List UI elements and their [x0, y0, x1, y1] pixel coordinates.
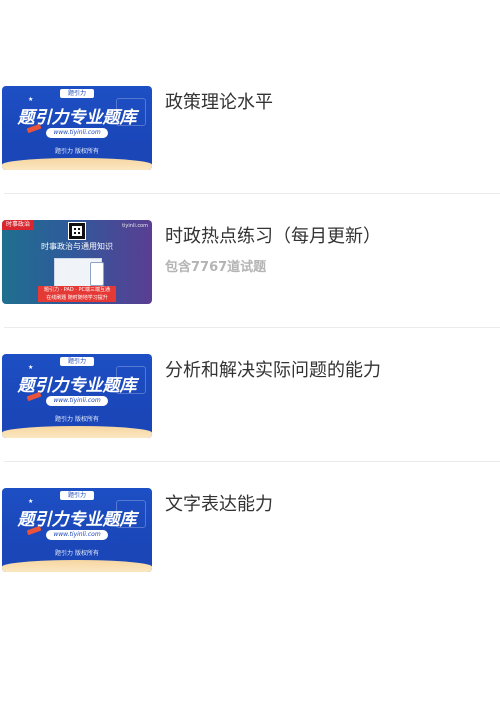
course-cover-image[interactable]: ★ 题引力 题引力专业题库 www.tiyinli.com 题引力 版权所有	[2, 86, 152, 170]
divider	[4, 327, 500, 328]
cover-headline: 题引力专业题库	[17, 510, 137, 530]
course-cover-image[interactable]: ★ 题引力 题引力专业题库 www.tiyinli.com 题引力 版权所有	[2, 354, 152, 438]
cover-artwork: ★ 题引力 题引力专业题库 www.tiyinli.com 题引力 版权所有	[2, 354, 152, 438]
divider	[4, 193, 500, 194]
list-item[interactable]: ★ 题引力 题引力专业题库 www.tiyinli.com 题引力 版权所有 文…	[0, 488, 500, 622]
star-icon: ★	[28, 498, 34, 505]
question-bank-list: ★ 题引力 题引力专业题库 www.tiyinli.com 题引力 版权所有 政…	[0, 86, 500, 622]
list-item[interactable]: ★ 题引力 题引力专业题库 www.tiyinli.com 题引力 版权所有 政…	[0, 86, 500, 220]
brand-logo: 题引力	[60, 357, 94, 366]
cover-rights: 题引力 版权所有	[55, 148, 99, 155]
star-icon: ★	[28, 96, 34, 103]
list-item[interactable]: ★ 题引力 题引力专业题库 www.tiyinli.com 题引力 版权所有 分…	[0, 354, 500, 488]
qr-code-icon	[68, 222, 86, 240]
cover-headline: 时事政治与通用知识	[41, 242, 113, 251]
cover-rights: 题引力 版权所有	[55, 416, 99, 423]
cover-band	[2, 426, 152, 438]
cover-url: www.tiyinli.com	[46, 530, 108, 540]
cover-promo-box: 题引力 · PAD · PC端三端互通 在线刷题 随时随地学习提升	[38, 286, 116, 302]
cover-artwork: 时事政治 tiyinli.com 时事政治与通用知识 题引力 · PAD · P…	[2, 220, 152, 304]
cover-headline: 题引力专业题库	[17, 376, 137, 396]
cover-site: tiyinli.com	[122, 223, 148, 229]
promo-line-2: 在线刷题 随时随地学习提升	[46, 295, 108, 301]
divider	[4, 461, 500, 462]
course-cover-image[interactable]: ★ 题引力 题引力专业题库 www.tiyinli.com 题引力 版权所有	[2, 488, 152, 572]
brand-logo: 题引力	[60, 491, 94, 500]
item-title[interactable]: 时政热点练习（每月更新）	[165, 222, 381, 248]
cover-url: www.tiyinli.com	[46, 396, 108, 406]
item-title[interactable]: 分析和解决实际问题的能力	[165, 356, 381, 382]
item-title[interactable]: 政策理论水平	[165, 88, 273, 114]
cover-tag: 时事政治	[2, 220, 35, 230]
phone-illustration	[90, 262, 104, 286]
cover-headline: 题引力专业题库	[17, 108, 137, 128]
cover-artwork: ★ 题引力 题引力专业题库 www.tiyinli.com 题引力 版权所有	[2, 488, 152, 572]
cover-rights: 题引力 版权所有	[55, 550, 99, 557]
item-question-count: 包含7767道试题	[165, 260, 267, 275]
course-cover-image[interactable]: 时事政治 tiyinli.com 时事政治与通用知识 题引力 · PAD · P…	[2, 220, 152, 304]
cover-band	[2, 560, 152, 572]
cover-url: www.tiyinli.com	[46, 128, 108, 138]
star-icon: ★	[28, 364, 34, 371]
item-title[interactable]: 文字表达能力	[165, 490, 273, 516]
list-item[interactable]: 时事政治 tiyinli.com 时事政治与通用知识 题引力 · PAD · P…	[0, 220, 500, 354]
cover-band	[2, 158, 152, 170]
promo-line-1: 题引力 · PAD · PC端三端互通	[43, 287, 110, 293]
brand-logo: 题引力	[60, 89, 94, 98]
cover-artwork: ★ 题引力 题引力专业题库 www.tiyinli.com 题引力 版权所有	[2, 86, 152, 170]
